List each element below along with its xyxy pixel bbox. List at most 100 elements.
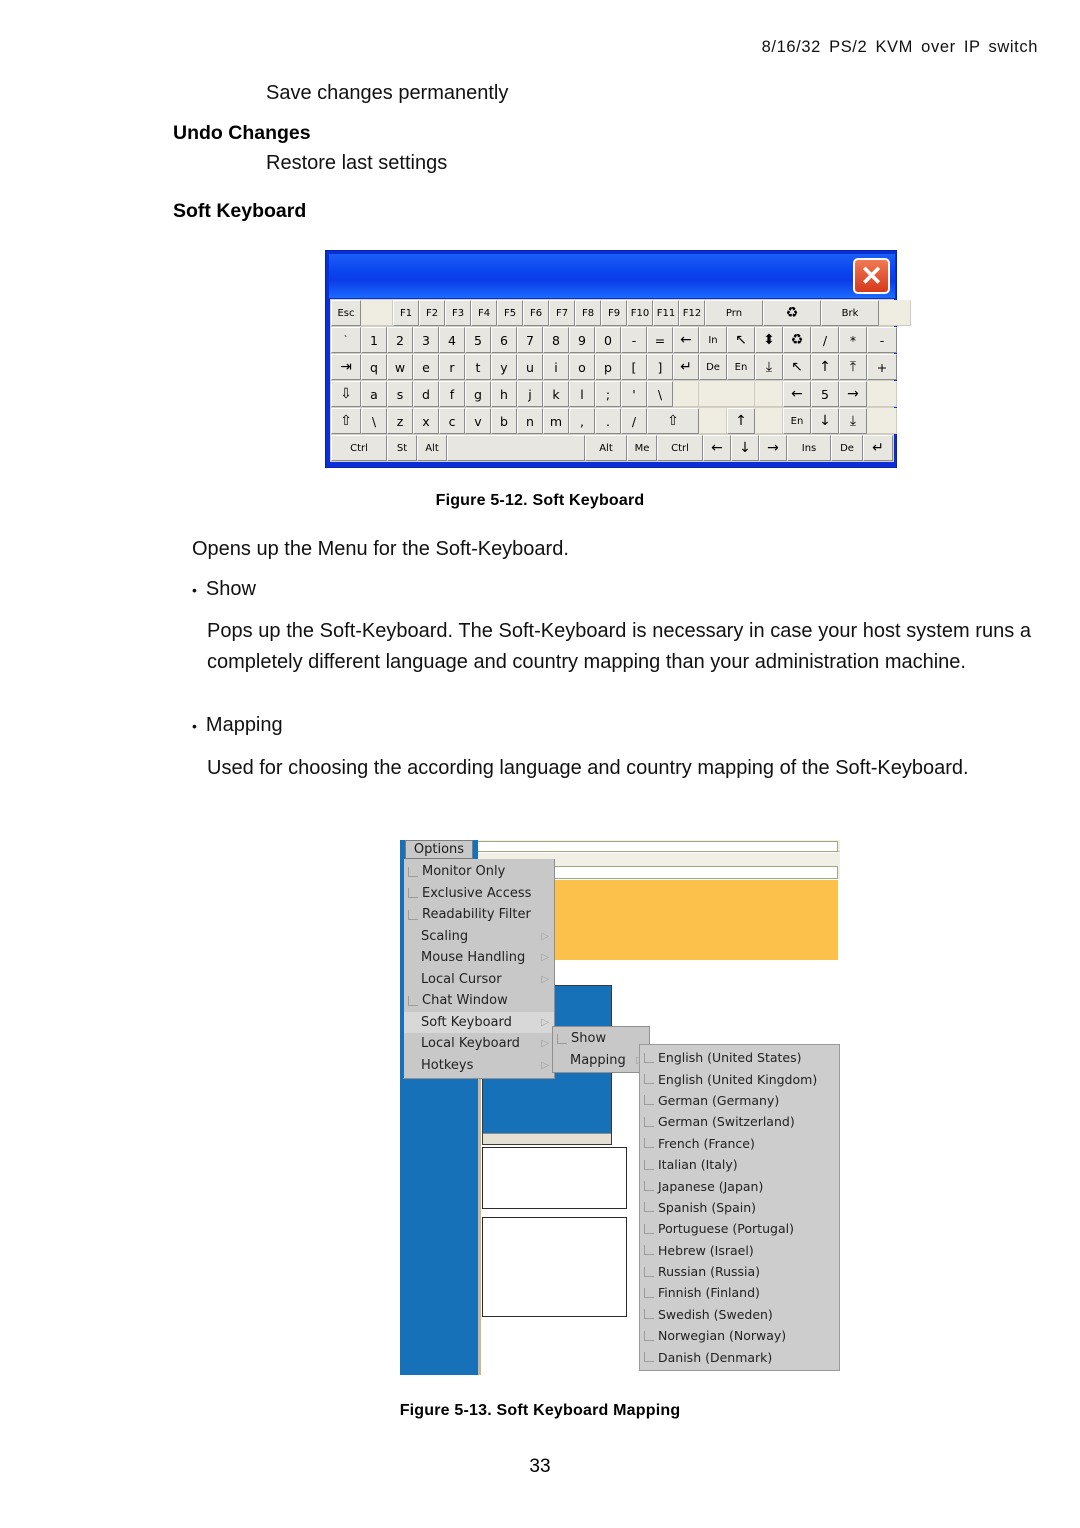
key-F4[interactable]: F4 (471, 300, 497, 326)
key-En[interactable]: En (727, 354, 755, 380)
key-[interactable]: - (621, 327, 647, 353)
key-[interactable]: ` (331, 327, 361, 353)
key-c[interactable]: c (439, 408, 465, 434)
key-p[interactable]: p (595, 354, 621, 380)
close-icon[interactable]: ✕ (853, 258, 890, 294)
key-[interactable]: ♻ (763, 300, 821, 326)
menu-item-chat-window[interactable]: Chat Window (404, 990, 554, 1012)
key-[interactable]: ; (595, 381, 621, 407)
key-F7[interactable]: F7 (549, 300, 575, 326)
language-item-russian-russia-[interactable]: Russian (Russia) (640, 1261, 839, 1282)
key-[interactable]: ⇩ (331, 381, 361, 407)
key-En[interactable]: En (783, 408, 811, 434)
key-8[interactable]: 8 (543, 327, 569, 353)
key-1[interactable]: 1 (361, 327, 387, 353)
language-item-english-united-kingdom-[interactable]: English (United Kingdom) (640, 1068, 839, 1089)
menu-item-local-cursor[interactable]: Local Cursor ▷ (404, 969, 554, 991)
language-item-japanese-japan-[interactable]: Japanese (Japan) (640, 1175, 839, 1196)
key-[interactable]: / (621, 408, 647, 434)
key-j[interactable]: j (517, 381, 543, 407)
key-3[interactable]: 3 (413, 327, 439, 353)
key-[interactable]: ⇧ (331, 408, 361, 434)
key-Ctrl[interactable]: Ctrl (657, 435, 703, 461)
menu-item-mouse-handling[interactable]: Mouse Handling ▷ (404, 947, 554, 969)
key-In[interactable]: In (699, 327, 727, 353)
key-[interactable]: ⤓ (755, 354, 783, 380)
key-v[interactable]: v (465, 408, 491, 434)
key-w[interactable]: w (387, 354, 413, 380)
key-[interactable]: \ (647, 381, 673, 407)
key-Ins[interactable]: Ins (787, 435, 831, 461)
key-h[interactable]: h (491, 381, 517, 407)
language-item-swedish-sweden-[interactable]: Swedish (Sweden) (640, 1304, 839, 1325)
language-item-hebrew-israel-[interactable]: Hebrew (Israel) (640, 1240, 839, 1261)
key-[interactable]: , (569, 408, 595, 434)
key-Ctrl[interactable]: Ctrl (331, 435, 387, 461)
key-[interactable]: / (811, 327, 839, 353)
key-n[interactable]: n (517, 408, 543, 434)
key-x[interactable]: x (413, 408, 439, 434)
language-item-italian-italy-[interactable]: Italian (Italy) (640, 1154, 839, 1175)
key-f[interactable]: f (439, 381, 465, 407)
key-F2[interactable]: F2 (419, 300, 445, 326)
key-[interactable]: ♻ (783, 327, 811, 353)
language-item-german-switzerland-[interactable]: German (Switzerland) (640, 1111, 839, 1132)
key-De[interactable]: De (699, 354, 727, 380)
key-Esc[interactable]: Esc (331, 300, 361, 326)
key-[interactable]: ↵ (863, 435, 893, 461)
key-r[interactable]: r (439, 354, 465, 380)
key-[interactable]: ↵ (673, 354, 699, 380)
options-menubar-button[interactable]: Options (405, 840, 473, 859)
key-o[interactable]: o (569, 354, 595, 380)
language-item-english-united-states-[interactable]: English (United States) (640, 1047, 839, 1068)
key-[interactable]: . (595, 408, 621, 434)
key-5[interactable]: 5 (811, 381, 839, 407)
key-9[interactable]: 9 (569, 327, 595, 353)
key-k[interactable]: k (543, 381, 569, 407)
key-[interactable]: ↖ (783, 354, 811, 380)
key-Me[interactable]: Me (627, 435, 657, 461)
key-F5[interactable]: F5 (497, 300, 523, 326)
key-[interactable]: * (839, 327, 867, 353)
key-[interactable]: ⇧ (647, 408, 699, 434)
menu-item-scaling[interactable]: Scaling ▷ (404, 926, 554, 948)
key-F8[interactable]: F8 (575, 300, 601, 326)
key-F10[interactable]: F10 (627, 300, 653, 326)
key-F12[interactable]: F12 (679, 300, 705, 326)
key-[interactable]: ⤒ (839, 354, 867, 380)
key-[interactable]: ↓ (811, 408, 839, 434)
key-Alt[interactable]: Alt (585, 435, 627, 461)
language-item-portuguese-portugal-[interactable]: Portuguese (Portugal) (640, 1218, 839, 1239)
key-t[interactable]: t (465, 354, 491, 380)
language-item-german-germany-[interactable]: German (Germany) (640, 1090, 839, 1111)
language-item-spanish-spain-[interactable]: Spanish (Spain) (640, 1197, 839, 1218)
key-[interactable]: ↑ (811, 354, 839, 380)
key-q[interactable]: q (361, 354, 387, 380)
key-blank[interactable] (447, 435, 585, 461)
key-g[interactable]: g (465, 381, 491, 407)
key-2[interactable]: 2 (387, 327, 413, 353)
key-[interactable]: - (867, 327, 897, 353)
key-[interactable]: ← (673, 327, 699, 353)
menu-item-local-keyboard[interactable]: Local Keyboard ▷ (404, 1033, 554, 1055)
toolbar-field-1[interactable] (476, 841, 838, 852)
key-i[interactable]: i (543, 354, 569, 380)
key-F3[interactable]: F3 (445, 300, 471, 326)
key-[interactable]: ↑ (727, 408, 755, 434)
key-[interactable]: ] (647, 354, 673, 380)
key-a[interactable]: a (361, 381, 387, 407)
key-[interactable]: ⬍ (755, 327, 783, 353)
key-u[interactable]: u (517, 354, 543, 380)
key-F11[interactable]: F11 (653, 300, 679, 326)
submenu-item-mapping[interactable]: Mapping▷ (553, 1050, 649, 1072)
key-z[interactable]: z (387, 408, 413, 434)
key-[interactable]: ↖ (727, 327, 755, 353)
key-[interactable]: → (839, 381, 867, 407)
language-item-danish-denmark-[interactable]: Danish (Denmark) (640, 1346, 839, 1367)
key-F9[interactable]: F9 (601, 300, 627, 326)
key-[interactable]: ⤓ (839, 408, 867, 434)
key-6[interactable]: 6 (491, 327, 517, 353)
key-m[interactable]: m (543, 408, 569, 434)
key-Prn[interactable]: Prn (705, 300, 763, 326)
key-Alt[interactable]: Alt (417, 435, 447, 461)
